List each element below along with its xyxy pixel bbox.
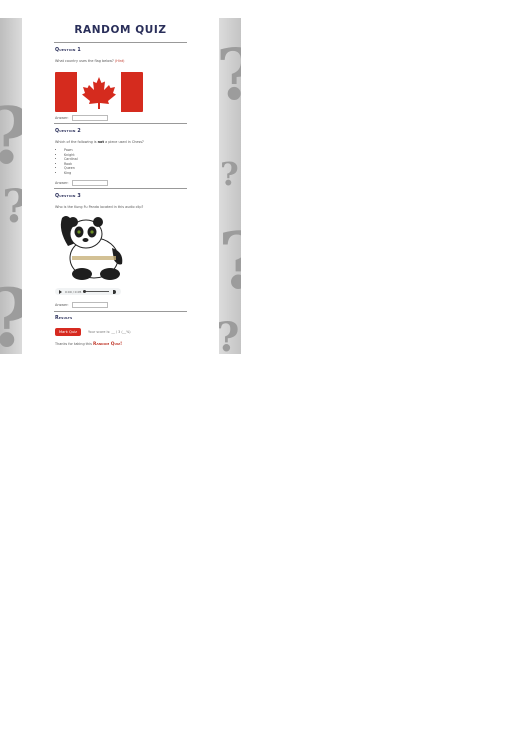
divider — [54, 42, 187, 43]
hint-link[interactable]: (Hint) — [115, 59, 125, 63]
question-1-prompt: What country uses the flag below? — [55, 59, 114, 63]
audio-time: 0:00 / 0:05 — [65, 289, 82, 294]
question-2-prompt-start: Which of the following is — [55, 140, 98, 144]
audio-player[interactable]: 0:00 / 0:05 — [55, 288, 121, 295]
thanks-message: Thanks for taking this — [55, 342, 93, 346]
answer-row: Answer: — [55, 180, 108, 186]
answer-2-input[interactable] — [71, 180, 108, 186]
flag-red-band-left — [55, 72, 77, 112]
brand-name: Random Quiz! — [92, 342, 123, 347]
volume-icon[interactable] — [113, 289, 116, 294]
canada-flag-image — [55, 72, 143, 112]
panda-image — [60, 216, 123, 280]
audio-progress-thumb[interactable] — [83, 289, 86, 293]
answer-1-input[interactable] — [71, 115, 108, 121]
options-list: Pawn Knight Cardinal Rook Queen King — [58, 148, 78, 176]
answer-label: Answer: — [55, 303, 69, 307]
results-heading: Results — [55, 316, 73, 321]
divider — [54, 311, 187, 312]
thanks-text: Thanks for taking this Random Quiz! — [55, 342, 122, 347]
question-mark-decoration: ? — [220, 155, 239, 193]
question-2-heading: Question 2 — [55, 129, 81, 134]
quiz-page: RANDOM QUIZ Question 1 What country uses… — [22, 18, 219, 354]
question-2-prompt-end: a piece used in Chess? — [104, 140, 144, 144]
divider — [54, 123, 187, 124]
maple-leaf-icon — [82, 77, 116, 109]
answer-row: Answer: — [55, 302, 108, 308]
divider — [54, 188, 187, 189]
question-3-text: Who is the Kung Fu Panda located in this… — [55, 205, 144, 209]
score-text: Your score is: __ / 3 (__%) — [88, 330, 131, 334]
question-2-text: Which of the following is not a piece us… — [55, 140, 144, 144]
flag-red-band-right — [121, 72, 143, 112]
answer-label: Answer: — [55, 116, 69, 120]
answer-label: Answer: — [55, 181, 69, 185]
question-3-heading: Question 3 — [55, 194, 81, 199]
question-1-heading: Question 1 — [55, 48, 81, 53]
question-1-text: What country uses the flag below? (Hint) — [55, 59, 125, 63]
question-mark-decoration: ? — [216, 314, 240, 355]
question-mark-decoration: ? — [218, 223, 241, 301]
answer-3-input[interactable] — [71, 302, 108, 308]
mark-quiz-button[interactable]: Mark Quiz — [55, 328, 81, 336]
audio-progress-bar[interactable] — [83, 291, 109, 292]
play-icon[interactable] — [59, 289, 62, 294]
answer-row: Answer: — [55, 115, 108, 121]
question-mark-decoration: ? — [216, 40, 241, 110]
page-title: RANDOM QUIZ — [74, 24, 167, 36]
list-item: King — [64, 171, 78, 176]
